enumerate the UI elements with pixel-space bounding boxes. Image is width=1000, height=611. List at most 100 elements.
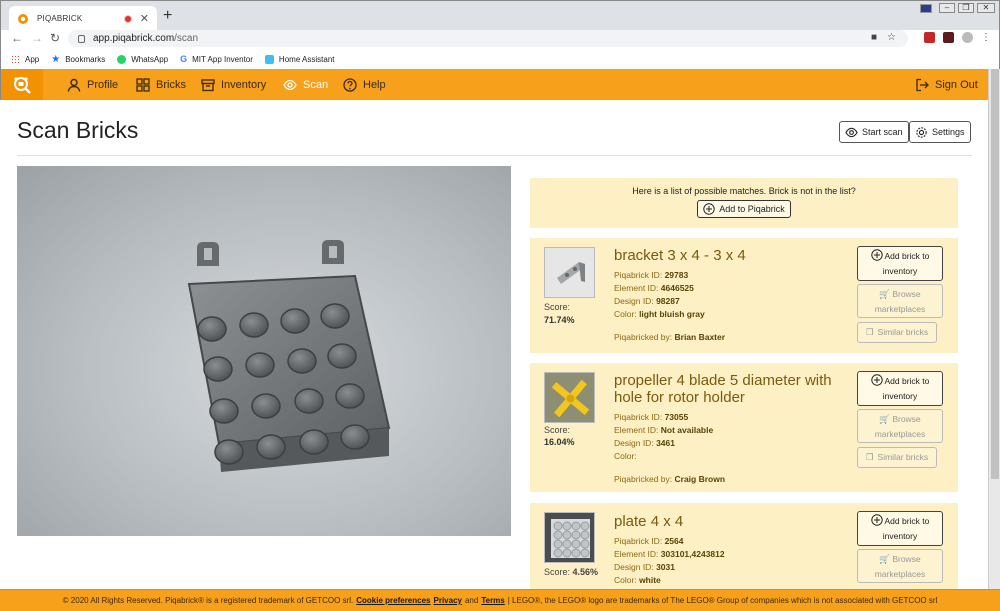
address-bar[interactable]: app.piqabrick.com/scan ■ ☆ bbox=[68, 30, 908, 47]
language-flag-icon bbox=[920, 3, 932, 13]
extension-icon[interactable] bbox=[943, 32, 954, 43]
browser-tab-strip: PIQABRICK ✕ + – ❐ ✕ bbox=[0, 0, 1000, 31]
nav-sign-out[interactable]: Sign Out bbox=[915, 69, 978, 100]
bookmark-bookmarks[interactable]: ★ Bookmarks bbox=[51, 54, 105, 65]
box-icon bbox=[201, 78, 215, 91]
nav-inventory[interactable]: Inventory bbox=[201, 69, 266, 100]
lock-icon bbox=[78, 34, 85, 43]
scanned-brick-photo bbox=[17, 166, 511, 536]
cookie-preferences-link[interactable]: Cookie preferences bbox=[356, 596, 430, 605]
grid-icon bbox=[136, 77, 150, 92]
gear-icon bbox=[916, 126, 927, 138]
score-value: 16.04% bbox=[544, 437, 575, 447]
score-value: 71.74% bbox=[544, 315, 575, 325]
new-tab-button[interactable]: + bbox=[163, 7, 172, 25]
profile-avatar-icon[interactable] bbox=[962, 32, 973, 43]
score-value: 4.56% bbox=[572, 567, 599, 577]
reload-icon[interactable]: ↻ bbox=[50, 31, 60, 45]
page-title: Scan Bricks bbox=[17, 117, 139, 143]
home-assistant-icon bbox=[264, 54, 274, 64]
settings-button[interactable]: Settings bbox=[909, 121, 971, 143]
brick-name: propeller 4 blade 5 diameter with hole f… bbox=[614, 372, 832, 406]
copy-icon: ❐ bbox=[865, 327, 874, 337]
results-panel: Here is a list of possible matches. Bric… bbox=[530, 166, 971, 589]
ublock-extension-icon[interactable] bbox=[924, 32, 935, 43]
brick-thumbnail bbox=[544, 372, 595, 423]
nav-scan[interactable]: Scan bbox=[283, 69, 328, 100]
bookmark-home-assistant[interactable]: Home Assistant bbox=[264, 54, 335, 64]
not-in-list-notice: Here is a list of possible matches. Bric… bbox=[530, 178, 958, 228]
back-arrow-icon[interactable]: ← bbox=[11, 31, 23, 45]
forward-arrow-icon[interactable]: → bbox=[31, 31, 43, 45]
piqabrick-logo[interactable] bbox=[1, 69, 43, 100]
window-controls: – ❐ ✕ bbox=[920, 3, 995, 13]
add-brick-to-inventory-button[interactable]: Add brick to inventory bbox=[857, 511, 943, 546]
plus-circle-icon bbox=[703, 203, 715, 215]
bookmark-mit-app-inventor[interactable]: G MIT App Inventor bbox=[180, 54, 253, 64]
user-icon bbox=[67, 78, 81, 92]
sign-out-icon bbox=[916, 78, 929, 91]
brick-name: bracket 3 x 4 - 3 x 4 bbox=[614, 247, 746, 264]
add-brick-to-inventory-button[interactable]: Add brick to inventory bbox=[857, 246, 943, 281]
piqabrick-favicon-icon bbox=[18, 13, 28, 24]
brick-thumbnail bbox=[544, 247, 595, 298]
plus-circle-icon bbox=[870, 374, 883, 386]
plate-thumbnail-image bbox=[545, 513, 594, 562]
terms-link[interactable]: Terms bbox=[481, 596, 504, 605]
bookmark-star-icon[interactable]: ☆ bbox=[887, 32, 896, 43]
browse-marketplaces-button[interactable]: 🛒 Browse marketplaces bbox=[857, 284, 943, 318]
privacy-link[interactable]: Privacy bbox=[434, 596, 462, 605]
tab-title: PIQABRICK bbox=[37, 14, 83, 23]
nav-help[interactable]: Help bbox=[343, 69, 386, 100]
brick-name: plate 4 x 4 bbox=[614, 513, 684, 530]
url-text: app.piqabrick.com/scan bbox=[93, 33, 199, 44]
page-scrollbar[interactable] bbox=[988, 69, 1000, 589]
copy-icon: ❐ bbox=[865, 452, 874, 462]
brick-thumbnail bbox=[544, 512, 595, 563]
cart-icon: 🛒 bbox=[879, 414, 890, 424]
plus-circle-icon bbox=[870, 249, 883, 261]
camera-icon[interactable]: ■ bbox=[871, 32, 877, 43]
result-card: Score: 4.56% plate 4 x 4 Piqabrick ID: 2… bbox=[530, 503, 958, 589]
cart-icon: 🛒 bbox=[879, 289, 890, 299]
recording-indicator-icon bbox=[123, 14, 132, 23]
piqabrick-logo-icon bbox=[14, 76, 31, 94]
menu-dots-icon[interactable]: ⋮ bbox=[981, 32, 991, 43]
add-to-piqabrick-button[interactable]: Add to Piqabrick bbox=[697, 200, 791, 218]
close-window-button[interactable]: ✕ bbox=[977, 3, 995, 13]
bookmark-app[interactable]: App bbox=[11, 54, 39, 64]
cart-icon: 🛒 bbox=[879, 554, 890, 564]
extensions: ⋮ bbox=[924, 32, 991, 43]
nav-bricks[interactable]: Bricks bbox=[136, 69, 186, 100]
bookmarks-bar: App ★ Bookmarks WhatsApp G MIT App Inven… bbox=[0, 49, 1000, 69]
title-divider bbox=[17, 155, 972, 156]
help-icon bbox=[343, 77, 357, 92]
start-scan-button[interactable]: Start scan bbox=[839, 121, 909, 143]
plus-circle-icon bbox=[870, 514, 883, 526]
apps-grid-icon bbox=[11, 54, 20, 64]
browser-tab[interactable]: PIQABRICK ✕ bbox=[9, 6, 157, 31]
footer: © 2020 All Rights Reserved. Piqabrick® i… bbox=[0, 589, 1000, 611]
similar-bricks-button[interactable]: ❐ Similar bricks bbox=[857, 322, 937, 343]
browse-marketplaces-button[interactable]: 🛒 Browse marketplaces bbox=[857, 549, 943, 583]
bracket-brick-photo bbox=[187, 240, 391, 472]
browser-toolbar: ← → ↻ app.piqabrick.com/scan ■ ☆ ⋮ bbox=[0, 30, 1000, 49]
eye-icon bbox=[283, 79, 297, 90]
result-card: Score: 71.74% bracket 3 x 4 - 3 x 4 Piqa… bbox=[530, 238, 958, 353]
bookmark-whatsapp[interactable]: WhatsApp bbox=[117, 54, 168, 64]
result-card: Score: 16.04% propeller 4 blade 5 diamet… bbox=[530, 363, 958, 492]
google-icon: G bbox=[180, 54, 188, 64]
propeller-thumbnail-image bbox=[545, 373, 594, 422]
add-brick-to-inventory-button[interactable]: Add brick to inventory bbox=[857, 371, 943, 406]
whatsapp-icon bbox=[117, 54, 127, 64]
tab-close-icon[interactable]: ✕ bbox=[140, 12, 149, 25]
bracket-thumbnail-image bbox=[557, 262, 585, 284]
similar-bricks-button[interactable]: ❐ Similar bricks bbox=[857, 447, 937, 468]
star-icon: ★ bbox=[51, 53, 61, 65]
browse-marketplaces-button[interactable]: 🛒 Browse marketplaces bbox=[857, 409, 943, 443]
scrollbar-thumb[interactable] bbox=[991, 69, 999, 479]
minimize-window-button[interactable]: – bbox=[939, 3, 955, 13]
nav-profile[interactable]: Profile bbox=[67, 69, 118, 100]
restore-window-button[interactable]: ❐ bbox=[958, 3, 974, 13]
app-navbar: Profile Bricks Inventory Scan Help Sign … bbox=[0, 69, 988, 100]
